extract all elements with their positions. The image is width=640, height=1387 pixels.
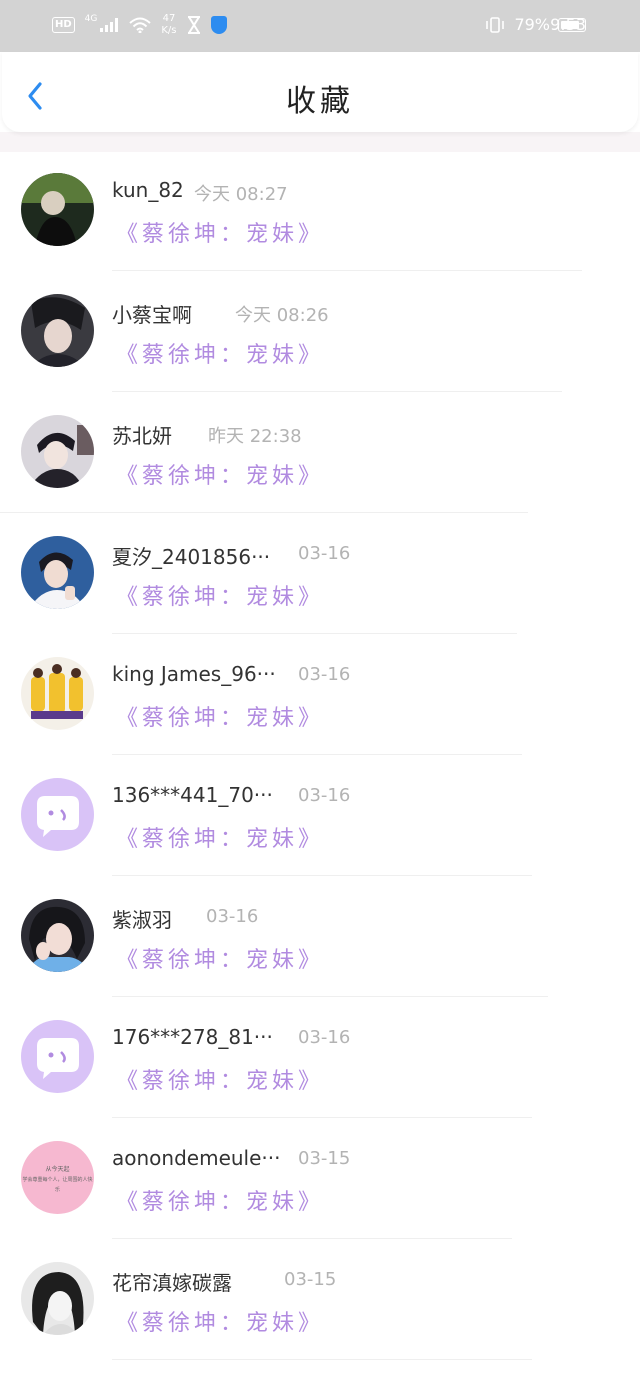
list-item[interactable]: 136***441_70··· 03-16 《蔡徐坤：宠妹》 (0, 755, 640, 876)
favorites-list: kun_82 今天 08:27 《蔡徐坤：宠妹》 小蔡宝啊 今天 08:26 《… (0, 150, 640, 1360)
list-item[interactable]: 紫淑羽 03-16 《蔡徐坤：宠妹》 (0, 876, 640, 997)
list-item[interactable]: 夏汐_2401856··· 03-16 《蔡徐坤：宠妹》 (0, 513, 640, 634)
list-item[interactable]: 小蔡宝啊 今天 08:26 《蔡徐坤：宠妹》 (0, 271, 640, 392)
book-title[interactable]: 《蔡徐坤：宠妹》 (116, 337, 324, 369)
book-title[interactable]: 《蔡徐坤：宠妹》 (116, 458, 324, 490)
user-name: king James_96··· (112, 662, 276, 686)
user-name: aonondemeule··· (112, 1146, 281, 1170)
timestamp: 昨天 22:38 (208, 426, 302, 447)
hourglass-icon (187, 16, 200, 34)
avatar[interactable]: 从今天起 学会尊重每个人，让周围的人快乐 (21, 1141, 94, 1214)
default-avatar-icon (37, 1038, 79, 1079)
network-speed-unit: K/s (161, 25, 177, 36)
avatar[interactable] (21, 294, 94, 367)
app-header: 收藏 (2, 52, 638, 132)
avatar[interactable] (21, 1262, 94, 1335)
book-title[interactable]: 《蔡徐坤：宠妹》 (116, 700, 324, 732)
default-avatar-icon (37, 796, 79, 837)
header-separator (0, 132, 640, 152)
timestamp: 03-16 (298, 1027, 351, 1048)
battery-percent: 79% (514, 15, 550, 34)
timestamp: 03-15 (284, 1269, 337, 1290)
user-name: 夏汐_2401856··· (112, 545, 271, 569)
divider (112, 1359, 532, 1360)
book-title[interactable]: 《蔡徐坤：宠妹》 (116, 216, 324, 248)
timestamp: 03-16 (298, 664, 351, 685)
timestamp: 今天 08:27 (194, 184, 288, 205)
avatar[interactable] (21, 415, 94, 488)
avatar[interactable] (21, 173, 94, 246)
book-title[interactable]: 《蔡徐坤：宠妹》 (116, 1305, 324, 1337)
network-speed-value: 47 (162, 13, 176, 24)
timestamp: 03-16 (206, 906, 259, 927)
list-item[interactable]: 176***278_81··· 03-16 《蔡徐坤：宠妹》 (0, 997, 640, 1118)
vibrate-icon (486, 16, 505, 33)
avatar[interactable] (21, 536, 94, 609)
timestamp: 03-16 (298, 543, 351, 564)
book-title[interactable]: 《蔡徐坤：宠妹》 (116, 1184, 324, 1216)
network-type: 4G (84, 14, 98, 24)
avatar-text: 从今天起 学会尊重每个人，让周围的人快乐 (22, 1166, 93, 1193)
avatar[interactable] (21, 899, 94, 972)
clock: 9:53 (550, 15, 586, 34)
user-name: 紫淑羽 (112, 908, 172, 932)
timestamp: 03-15 (298, 1148, 351, 1169)
book-title[interactable]: 《蔡徐坤：宠妹》 (116, 579, 324, 611)
avatar[interactable] (21, 1020, 94, 1093)
list-item[interactable]: king James_96··· 03-16 《蔡徐坤：宠妹》 (0, 634, 640, 755)
wifi-icon (129, 17, 152, 33)
book-title[interactable]: 《蔡徐坤：宠妹》 (116, 821, 324, 853)
list-item[interactable]: 从今天起 学会尊重每个人，让周围的人快乐 aonondemeule··· 03-… (0, 1118, 640, 1239)
signal-icon (100, 18, 119, 32)
timestamp: 今天 08:26 (235, 305, 329, 326)
status-bar: HD 4G 47 K/s 79% 9:53 (0, 0, 640, 52)
list-item[interactable]: 花帘滇嫁碳露 03-15 《蔡徐坤：宠妹》 (0, 1239, 640, 1360)
timestamp: 03-16 (298, 785, 351, 806)
user-name: 176***278_81··· (112, 1025, 273, 1049)
shield-icon (210, 16, 227, 34)
user-name: 花帘滇嫁碳露 (112, 1271, 232, 1295)
book-title[interactable]: 《蔡徐坤：宠妹》 (116, 942, 324, 974)
avatar[interactable] (21, 778, 94, 851)
list-item[interactable]: 苏北妍 昨天 22:38 《蔡徐坤：宠妹》 (0, 392, 640, 513)
user-name: 136***441_70··· (112, 783, 273, 807)
hd-indicator: HD (52, 17, 75, 33)
book-title[interactable]: 《蔡徐坤：宠妹》 (116, 1063, 324, 1095)
list-item[interactable]: kun_82 今天 08:27 《蔡徐坤：宠妹》 (0, 150, 640, 271)
network-speed: 47 K/s (161, 13, 176, 37)
avatar[interactable] (21, 657, 94, 730)
page-title: 收藏 (286, 84, 354, 119)
